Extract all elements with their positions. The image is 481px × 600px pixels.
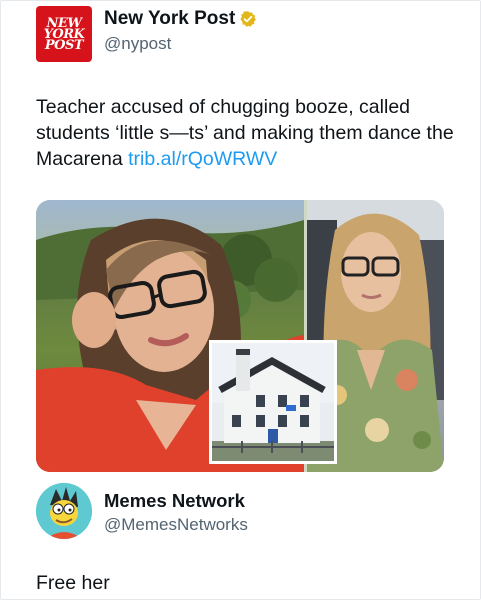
nypost-avatar[interactable]: NEW YORK POST [36, 6, 92, 62]
photo-building-inset[interactable] [209, 340, 337, 464]
post-author-name-text: New York Post [104, 8, 236, 29]
post-link[interactable]: trib.al/rQoWRWV [128, 148, 277, 170]
post-media[interactable] [36, 200, 444, 472]
post-author-name[interactable]: New York Post [104, 8, 257, 30]
verified-badge-icon [240, 11, 257, 27]
cartoon-avatar-icon [36, 483, 92, 539]
post-text: Teacher accused of chugging booze, calle… [36, 94, 456, 172]
avatar-logo-line-3: POST [44, 37, 84, 53]
reply-author-handle[interactable]: @MemesNetworks [104, 515, 248, 535]
reply-author-name[interactable]: Memes Network [104, 490, 245, 512]
reply-text: Free her [36, 572, 110, 594]
photo-building-drawing [212, 343, 334, 461]
reply-avatar[interactable] [36, 483, 92, 539]
post-author-handle[interactable]: @nypost [104, 34, 171, 54]
